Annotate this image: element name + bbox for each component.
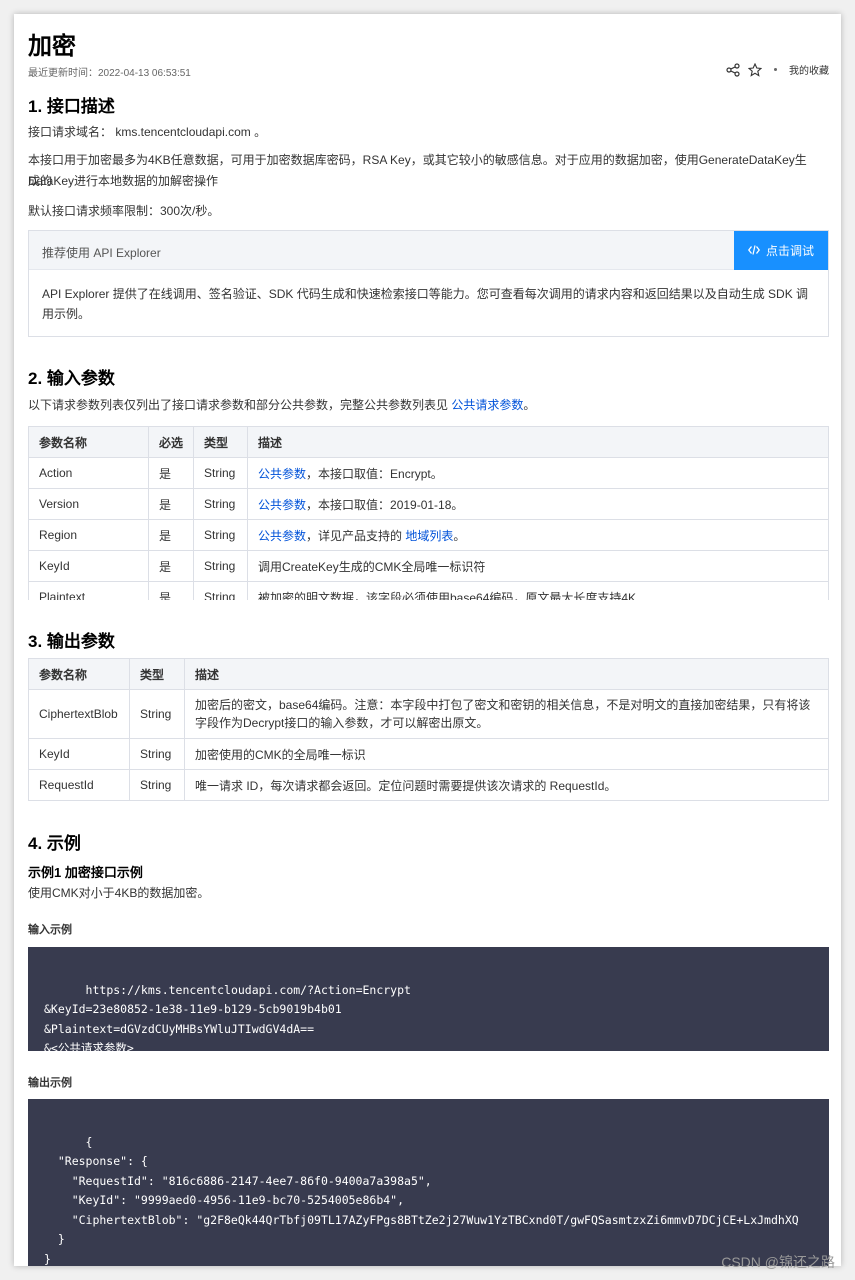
input-example-code[interactable]: https://kms.tencentcloudapi.com/?Action=… <box>28 947 829 1051</box>
input-intro-text: 以下请求参数列表仅列出了接口请求参数和部分公共参数，完整公共参数列表见 <box>28 398 452 412</box>
param-required: 是 <box>148 488 194 520</box>
document-page: 加密 最近更新时间：2022-04-13 06:53:51 我的收藏 1. 接口… <box>14 14 841 1266</box>
table-row: CiphertextBlob String 加密后的密文，base64编码。注意… <box>28 689 829 739</box>
param-desc: 公共参数，详见产品支持的 地域列表。 <box>247 519 829 551</box>
param-required: 是 <box>148 581 194 600</box>
copy-icon[interactable] <box>807 1113 819 1126</box>
domain-line: 接口请求域名： kms.tencentcloudapi.com 。 <box>28 125 267 139</box>
table-row: KeyId String 加密使用的CMK的全局唯一标识 <box>28 738 829 770</box>
param-desc: 加密后的密文，base64编码。注意：本字段中打包了密文和密钥的相关信息，不是对… <box>184 689 829 739</box>
input-intro-suffix: 。 <box>523 398 536 412</box>
param-type: String <box>193 488 248 520</box>
column-header: 类型 <box>193 426 248 458</box>
param-desc-text: ，详见产品支持的 <box>306 528 406 543</box>
example-title: 示例1 加密接口示例 <box>28 865 143 880</box>
star-icon[interactable] <box>747 62 763 77</box>
watermark: CSDN @锦还之路 <box>721 1254 835 1270</box>
table-row: RequestId String 唯一请求 ID，每次请求都会返回。定位问题时需… <box>28 769 829 801</box>
table-row: Action 是 String 公共参数，本接口取值：Encrypt。 <box>28 457 829 489</box>
param-type: String <box>193 519 248 551</box>
table-row: KeyId 是 String 调用CreateKey生成的CMK全局唯一标识符 <box>28 550 829 582</box>
param-desc: 公共参数，本接口取值：Encrypt。 <box>247 457 829 489</box>
param-desc-text: ，本接口取值：Encrypt。 <box>306 466 443 481</box>
separator-dot <box>774 68 777 71</box>
param-required: 是 <box>148 519 194 551</box>
output-example-code[interactable]: { "Response": { "RequestId": "816c6886-2… <box>28 1099 829 1266</box>
param-type: String <box>193 581 248 600</box>
public-param-link[interactable]: 公共参数 <box>258 467 306 481</box>
page-title: 加密 <box>28 33 76 60</box>
table-row: Version 是 String 公共参数，本接口取值：2019-01-18。 <box>28 488 829 520</box>
column-header: 描述 <box>247 426 829 458</box>
input-example-label: 输入示例 <box>28 924 72 936</box>
code-icon <box>747 244 761 258</box>
table-header-row: 参数名称 必选 类型 描述 <box>28 426 829 458</box>
api-explorer-label: 推荐使用 API Explorer <box>42 246 161 260</box>
param-desc: 唯一请求 ID，每次请求都会返回。定位问题时需要提供该次请求的 RequestI… <box>184 769 829 801</box>
input-code-text: https://kms.tencentcloudapi.com/?Action=… <box>44 982 411 1052</box>
section-heading-input: 2. 输入参数 <box>28 369 115 388</box>
param-desc: 加密使用的CMK的全局唯一标识 <box>184 738 829 770</box>
region-list-link[interactable]: 地域列表 <box>405 529 453 543</box>
common-params-link[interactable]: 公共请求参数 <box>451 398 523 412</box>
input-intro: 以下请求参数列表仅列出了接口请求参数和部分公共参数，完整公共参数列表见 公共请求… <box>28 395 818 416</box>
param-type: String <box>129 769 185 801</box>
api-explorer-box: 推荐使用 API Explorer 点击调试 API Explorer 提供了在… <box>28 230 829 337</box>
param-desc: 被加密的明文数据，该字段必须使用base64编码，原文最大长度支持4K <box>247 581 829 600</box>
debug-button[interactable]: 点击调试 <box>734 231 828 270</box>
table-row: Region 是 String 公共参数，详见产品支持的 地域列表。 <box>28 519 829 551</box>
column-header: 描述 <box>184 658 829 690</box>
copy-icon[interactable] <box>807 961 819 974</box>
example-description: 使用CMK对小于4KB的数据加密。 <box>28 886 210 900</box>
param-name: Region <box>28 519 149 551</box>
meta-actions: 我的收藏 <box>726 62 829 77</box>
param-desc: 调用CreateKey生成的CMK全局唯一标识符 <box>247 550 829 582</box>
param-type: String <box>193 457 248 489</box>
rate-limit: 默认接口请求频率限制：300次/秒。 <box>28 204 220 218</box>
input-params-table: 参数名称 必选 类型 描述 Action 是 String 公共参数，本接口取值… <box>28 426 829 600</box>
output-code-text: { "Response": { "RequestId": "816c6886-2… <box>44 1134 799 1266</box>
param-name: Action <box>28 457 149 489</box>
param-required: 是 <box>148 457 194 489</box>
param-desc: 公共参数，本接口取值：2019-01-18。 <box>247 488 829 520</box>
param-name: KeyId <box>28 738 130 770</box>
param-desc-text: ，本接口取值：2019-01-18。 <box>306 497 464 512</box>
param-type: String <box>129 689 185 739</box>
last-updated: 最近更新时间：2022-04-13 06:53:51 <box>28 68 191 79</box>
param-name: CiphertextBlob <box>28 689 130 739</box>
column-header: 类型 <box>129 658 185 690</box>
api-explorer-header: 推荐使用 API Explorer 点击调试 <box>29 231 828 270</box>
description-line-2: DataKey进行本地数据的加解密操作 <box>28 174 219 188</box>
section-heading-description: 1. 接口描述 <box>28 97 115 116</box>
column-header: 必选 <box>148 426 194 458</box>
section-heading-example: 4. 示例 <box>28 834 81 853</box>
param-type: String <box>193 550 248 582</box>
input-params-table-wrapper[interactable]: 参数名称 必选 类型 描述 Action 是 String 公共参数，本接口取值… <box>28 426 829 600</box>
meta-row: 最近更新时间：2022-04-13 06:53:51 我的收藏 <box>28 62 829 79</box>
param-desc-suffix: 。 <box>453 528 466 543</box>
public-param-link[interactable]: 公共参数 <box>258 529 306 543</box>
section-heading-output: 3. 输出参数 <box>28 632 115 651</box>
param-name: KeyId <box>28 550 149 582</box>
param-name: Plaintext <box>28 581 149 600</box>
table-header-row: 参数名称 类型 描述 <box>28 658 829 690</box>
param-required: 是 <box>148 550 194 582</box>
public-param-link[interactable]: 公共参数 <box>258 498 306 512</box>
table-row: Plaintext 是 String 被加密的明文数据，该字段必须使用base6… <box>28 581 829 600</box>
column-header: 参数名称 <box>28 426 149 458</box>
output-example-label: 输出示例 <box>28 1077 72 1089</box>
param-name: RequestId <box>28 769 130 801</box>
output-params-table: 参数名称 类型 描述 CiphertextBlob String 加密后的密文，… <box>28 658 829 801</box>
share-icon[interactable] <box>726 62 740 77</box>
param-name: Version <box>28 488 149 520</box>
api-explorer-body: API Explorer 提供了在线调用、签名验证、SDK 代码生成和快速检索接… <box>42 287 809 321</box>
favorites-link[interactable]: 我的收藏 <box>789 62 829 77</box>
param-type: String <box>129 738 185 770</box>
debug-button-label: 点击调试 <box>765 244 814 258</box>
column-header: 参数名称 <box>28 658 130 690</box>
